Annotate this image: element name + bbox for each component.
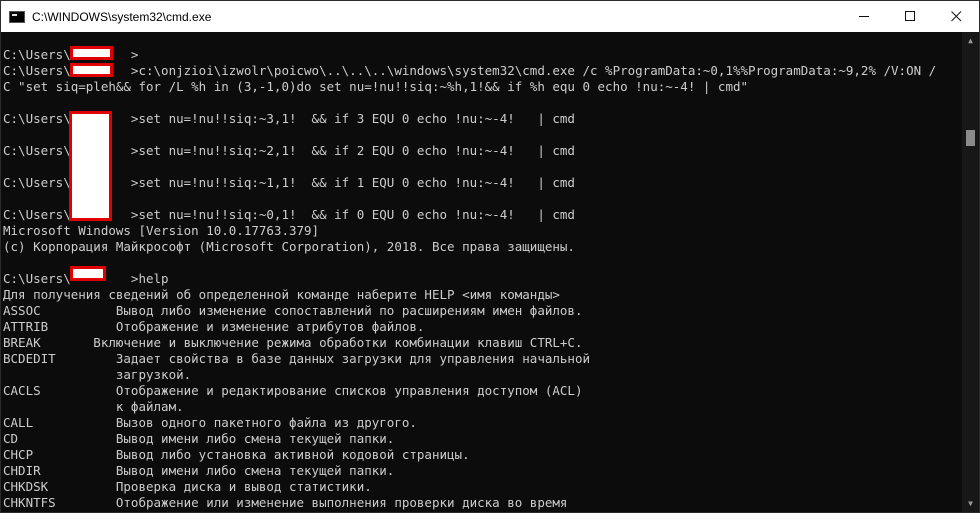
console-line: CHDIR Вывод имени либо смена текущей пап… (3, 463, 395, 478)
console-line: ATTRIB Отображение и изменение атрибутов… (3, 319, 425, 334)
console-output[interactable]: C:\Users\ > C:\Users\ >c:\onjzioi\izwolr\… (1, 32, 962, 512)
console-line: CACLS Отображение и редактирование списк… (3, 383, 583, 398)
console-line: (c) Корпорация Майкрософт (Microsoft Cor… (3, 239, 575, 254)
console-line: BREAK Включение и выключение режима обра… (3, 335, 583, 350)
console-line: C:\Users\ > (3, 47, 139, 62)
maximize-icon (904, 11, 915, 21)
username-redaction (69, 111, 112, 221)
console-line: CALL Вызов одного пакетного файла из дру… (3, 415, 417, 430)
title-bar[interactable]: C:\WINDOWS\system32\cmd.exe (1, 1, 979, 32)
close-icon (950, 11, 961, 22)
console-line: CHKDSK Проверка диска и вывод статистики… (3, 479, 372, 494)
vertical-scrollbar[interactable]: ▲ ▼ (962, 32, 979, 512)
username-redaction (70, 266, 106, 281)
console-line: C:\Users\ >help (3, 271, 169, 286)
console-line: C:\Users\ >c:\onjzioi\izwolr\poicwo\..\.… (3, 63, 937, 78)
minimize-button[interactable] (841, 1, 887, 32)
console-line: BCDEDIT Задает свойства в базе данных за… (3, 351, 590, 366)
console-line: Для получения сведений об определенной к… (3, 287, 560, 302)
console-line: CHKNTFS Отображение или изменение выполн… (3, 495, 568, 510)
console-line: CHCP Вывод либо установка активной кодов… (3, 447, 470, 462)
console-line: загрузкой. (3, 367, 192, 382)
cmd-window: C:\WINDOWS\system32\cmd.exe C:\Users\ > C… (0, 0, 980, 513)
console-line: CD Вывод имени либо смена текущей папки. (3, 431, 395, 446)
scroll-up-icon[interactable]: ▲ (962, 32, 979, 49)
console-line: C:\Users\ >set nu=!nu!!siq:~2,1! && if 2… (3, 143, 575, 158)
console-icon[interactable] (9, 10, 25, 23)
scroll-thumb[interactable] (966, 130, 975, 146)
console-line: Microsoft Windows [Version 10.0.17763.37… (3, 223, 320, 238)
minimize-icon (858, 16, 869, 17)
close-button[interactable] (933, 1, 979, 32)
username-redaction (70, 46, 113, 60)
console-line: к файлам. (3, 399, 184, 414)
username-redaction (70, 63, 113, 77)
window-title: C:\WINDOWS\system32\cmd.exe (32, 9, 212, 24)
console-line: C "set siq=pleh&& for /L %h in (3,-1,0)d… (3, 79, 749, 94)
maximize-button[interactable] (887, 1, 933, 32)
scroll-down-icon[interactable]: ▼ (962, 495, 979, 512)
console-line: C:\Users\ >set nu=!nu!!siq:~3,1! && if 3… (3, 111, 575, 126)
console-line: ASSOC Вывод либо изменение сопоставлений… (3, 303, 583, 318)
console-line: C:\Users\ >set nu=!nu!!siq:~0,1! && if 0… (3, 207, 575, 222)
console-line: C:\Users\ >set nu=!nu!!siq:~1,1! && if 1… (3, 175, 575, 190)
